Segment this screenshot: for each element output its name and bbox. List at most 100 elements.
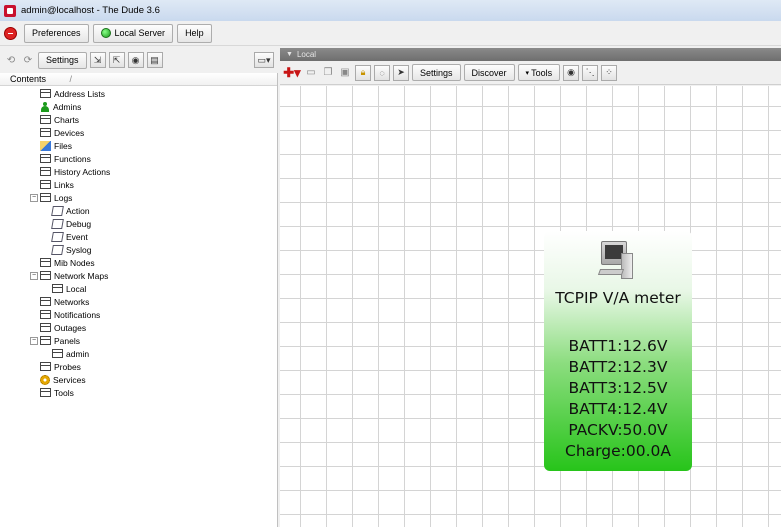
device-name: TCPIP V/A meter xyxy=(555,289,681,307)
local-server-button[interactable]: Local Server xyxy=(92,23,174,43)
list-icon xyxy=(40,193,51,202)
forward-icon[interactable]: ⟳ xyxy=(21,53,35,67)
tree-item-tools[interactable]: Tools xyxy=(0,386,277,399)
lasso-icon[interactable]: ◌ xyxy=(374,64,390,81)
user-icon xyxy=(40,101,50,112)
device-reading: BATT1:12.6V xyxy=(568,337,668,355)
tree-item-label: Network Maps xyxy=(54,270,109,281)
tree-item-event[interactable]: Event xyxy=(0,230,277,243)
list-icon xyxy=(40,297,51,306)
title-bar: admin@localhost - The Dude 3.6 xyxy=(0,0,781,21)
list-icon xyxy=(40,271,51,280)
tree-item-admins[interactable]: Admins xyxy=(0,100,277,113)
tree-item-functions[interactable]: Functions xyxy=(0,152,277,165)
log-icon xyxy=(51,218,64,229)
map-settings-button[interactable]: Settings xyxy=(412,64,461,81)
find-icon[interactable]: ◉ xyxy=(127,52,144,68)
zoom-out-icon[interactable]: ⋱ xyxy=(582,64,599,81)
expander-icon[interactable]: − xyxy=(30,193,38,202)
disconnect-icon[interactable] xyxy=(4,26,17,40)
map-find-icon[interactable]: ◉ xyxy=(563,64,580,81)
tree-item-label: Panels xyxy=(54,335,80,346)
tree-item-label: Files xyxy=(54,140,72,151)
discover-button[interactable]: Discover xyxy=(463,64,515,81)
tree-item-outages[interactable]: Outages xyxy=(0,321,277,334)
settings-button[interactable]: Settings xyxy=(38,51,87,69)
tree-item-links[interactable]: Links xyxy=(0,178,277,191)
left-toolbar: ⟲ ⟳ Settings ⇲ ⇱ ◉ ▤ ▭▾ xyxy=(0,48,278,72)
list-icon xyxy=(40,258,51,267)
pointer-icon[interactable]: ➤ xyxy=(393,64,409,81)
sort-indicator: / xyxy=(69,74,72,84)
contents-column-header[interactable]: Contents / xyxy=(0,73,277,86)
tree-item-services[interactable]: Services xyxy=(0,373,277,386)
device-node[interactable]: TCPIP V/A meter BATT1:12.6V BATT2:12.3V BA… xyxy=(544,231,692,471)
tree-item-files[interactable]: Files xyxy=(0,139,277,152)
help-button[interactable]: Help xyxy=(177,23,212,43)
tree-item-notifications[interactable]: Notifications xyxy=(0,308,277,321)
map-canvas[interactable]: TCPIP V/A meter BATT1:12.6V BATT2:12.3V BA… xyxy=(280,86,781,527)
local-server-label: Local Server xyxy=(114,28,166,38)
tree-item-admin[interactable]: admin xyxy=(0,347,277,360)
tree-item-label: admin xyxy=(66,348,90,359)
remove-icon[interactable]: ▭ xyxy=(304,66,318,80)
tree-item-syslog[interactable]: Syslog xyxy=(0,243,277,256)
tree-item-panels[interactable]: − Panels xyxy=(0,334,277,347)
tree-item-history-actions[interactable]: History Actions xyxy=(0,165,277,178)
tree-item-network-maps[interactable]: − Network Maps xyxy=(0,269,277,282)
device-reading: PACKV:50.0V xyxy=(568,421,668,439)
tree-item-label: Admins xyxy=(53,101,82,112)
tools-button[interactable]: ▾ Tools xyxy=(517,64,561,81)
tree-item-devices[interactable]: Devices xyxy=(0,126,277,139)
zoom-fit-icon[interactable]: ⁘ xyxy=(601,64,618,81)
tree-item-probes[interactable]: Probes xyxy=(0,360,277,373)
tree-item-logs[interactable]: − Logs xyxy=(0,191,277,204)
tree-item-address-lists[interactable]: Address Lists xyxy=(0,87,277,100)
collapse-icon[interactable]: ▼ xyxy=(286,51,293,58)
device-readings: BATT1:12.6V BATT2:12.3V BATT3:12.5V BATT4:1… xyxy=(544,336,692,462)
tree-item-label: Syslog xyxy=(66,244,92,255)
tree-item-action[interactable]: Action xyxy=(0,204,277,217)
tree-item-charts[interactable]: Charts xyxy=(0,113,277,126)
tree-item-networks[interactable]: Networks xyxy=(0,295,277,308)
tree-item-label: Mib Nodes xyxy=(54,257,95,268)
import-icon[interactable]: ⇲ xyxy=(89,52,106,68)
computer-icon xyxy=(597,239,635,283)
tree-item-label: Logs xyxy=(54,192,73,203)
tree-item-label: Event xyxy=(66,231,88,242)
contents-header-label: Contents xyxy=(10,74,47,84)
copy-icon[interactable]: ❐ xyxy=(321,66,335,80)
print-icon[interactable]: ▤ xyxy=(146,52,163,68)
map-title: Local xyxy=(296,50,317,59)
log-icon xyxy=(51,244,64,255)
tree-item-label: Local xyxy=(66,283,87,294)
export-icon[interactable]: ⇱ xyxy=(108,52,125,68)
device-reading: BATT4:12.4V xyxy=(568,400,668,418)
list-icon xyxy=(52,349,63,358)
tree-item-label: Address Lists xyxy=(54,88,106,99)
server-status-icon xyxy=(100,28,111,38)
list-icon xyxy=(40,180,51,189)
tree-item-debug[interactable]: Debug xyxy=(0,217,277,230)
tree-item-label: Services xyxy=(53,374,86,385)
log-icon xyxy=(51,231,64,242)
back-icon[interactable]: ⟲ xyxy=(4,53,18,67)
tree-item-mib-nodes[interactable]: Mib Nodes xyxy=(0,256,277,269)
tree-item-label: Devices xyxy=(54,127,85,138)
files-icon xyxy=(40,140,51,151)
paste-icon[interactable]: ▣ xyxy=(338,66,352,80)
layout-dropdown-icon[interactable]: ▭▾ xyxy=(254,52,274,68)
expander-icon[interactable]: − xyxy=(30,336,38,345)
expander-icon[interactable]: − xyxy=(30,271,38,280)
tree-item-label: Functions xyxy=(54,153,91,164)
preferences-button[interactable]: Preferences xyxy=(24,23,89,43)
tree-item-label: Links xyxy=(54,179,74,190)
list-icon xyxy=(40,115,51,124)
list-icon xyxy=(40,310,51,319)
device-reading: BATT3:12.5V xyxy=(568,379,668,397)
add-icon[interactable]: ✚▾ xyxy=(283,65,301,80)
tree-item-local[interactable]: Local xyxy=(0,282,277,295)
list-icon xyxy=(40,89,51,98)
lock-icon[interactable]: 🔒︎ xyxy=(355,64,371,81)
list-icon xyxy=(40,336,51,345)
